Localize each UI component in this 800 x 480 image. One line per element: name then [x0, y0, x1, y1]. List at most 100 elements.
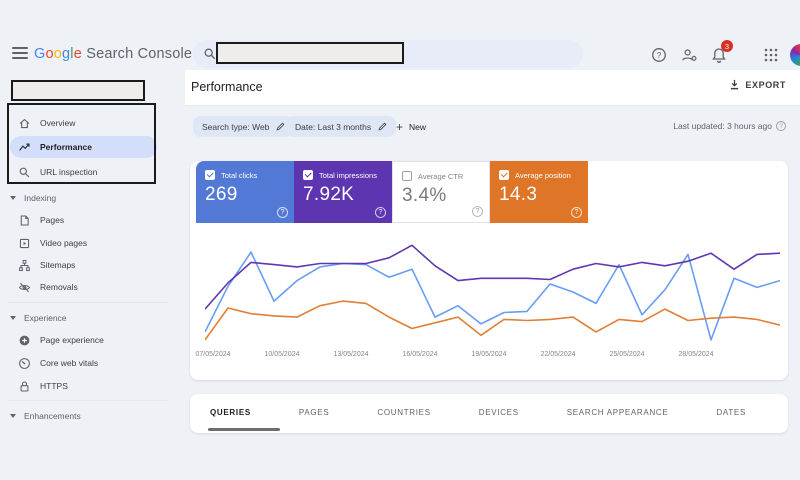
sidebar-item-label: Pages	[40, 215, 65, 225]
manage-users-icon[interactable]	[678, 44, 700, 66]
last-updated-text: Last updated: 3 hours ago	[673, 121, 772, 131]
url-inspection-icon	[18, 166, 31, 179]
google-logo-letter: G	[34, 46, 46, 62]
last-updated-status: Last updated: 3 hours ago ?	[673, 121, 786, 131]
x-axis-tick-label: 25/05/2024	[609, 351, 645, 358]
sidebar-item-https[interactable]: HTTPS	[10, 375, 157, 397]
metric-label: Total impressions	[319, 170, 377, 180]
chevron-down-icon	[10, 316, 16, 320]
sidebar-item-page-experience[interactable]: Page experience	[10, 329, 157, 351]
x-axis-tick-label: 10/05/2024	[264, 351, 300, 358]
sidebar-item-performance[interactable]: Performance	[10, 136, 157, 158]
core-web-vitals-icon	[18, 357, 31, 370]
apps-grid-icon[interactable]	[760, 44, 782, 66]
edit-pencil-icon	[378, 122, 387, 131]
tab-pages[interactable]: PAGES	[299, 408, 329, 417]
search-icon	[204, 48, 216, 60]
x-axis-tick-label: 13/05/2024	[333, 351, 369, 358]
home-icon	[18, 117, 31, 130]
sidebar-item-sitemaps[interactable]: Sitemaps	[10, 254, 157, 276]
google-logo-letter: o	[53, 46, 63, 62]
section-label: Enhancements	[24, 411, 81, 421]
sidebar-divider	[8, 302, 168, 303]
pages-icon	[18, 214, 31, 227]
tab-devices[interactable]: DEVICES	[479, 408, 519, 417]
search-query-redaction-box	[216, 42, 404, 64]
account-avatar[interactable]	[790, 44, 800, 66]
section-label: Experience	[24, 313, 67, 323]
sidebar-item-removals[interactable]: Removals	[10, 276, 157, 298]
tab-search-appearance[interactable]: SEARCH APPEARANCE	[567, 408, 669, 417]
metric-card-total-clicks[interactable]: Total clicks 269 ?	[196, 161, 294, 223]
svg-text:?: ?	[657, 50, 662, 60]
sidebar-item-label: HTTPS	[40, 381, 68, 391]
chevron-down-icon	[10, 196, 16, 200]
sidebar-item-label: Video pages	[40, 238, 88, 248]
help-circle-icon[interactable]: ?	[571, 207, 582, 218]
sidebar-item-label: Performance	[40, 142, 92, 152]
metric-label: Average CTR	[418, 171, 464, 181]
hamburger-menu-icon[interactable]	[12, 47, 28, 60]
sidebar-item-label: Sitemaps	[40, 260, 76, 270]
checkbox-checked-icon[interactable]	[303, 170, 313, 180]
dimension-tabs-card: QUERIES PAGES COUNTRIES DEVICES SEARCH A…	[190, 394, 788, 433]
video-pages-icon	[18, 237, 31, 250]
sidebar-section-enhancements[interactable]: Enhancements	[10, 408, 81, 424]
metric-card-average-position[interactable]: Average position 14.3 ?	[490, 161, 588, 223]
chip-label: Search type: Web	[202, 121, 270, 132]
checkbox-checked-icon[interactable]	[205, 170, 215, 180]
sidebar-item-pages[interactable]: Pages	[10, 209, 157, 231]
property-name-redaction-box	[11, 80, 145, 101]
checkbox-unchecked-icon[interactable]	[402, 171, 412, 181]
notification-count-badge: 3	[721, 40, 733, 52]
page-header: Performance EXPORT	[185, 70, 800, 106]
x-axis-tick-label: 16/05/2024	[402, 351, 438, 358]
top-bar: Google Search Console ? 3	[0, 0, 800, 70]
active-tab-underline	[208, 427, 280, 431]
https-lock-icon	[18, 380, 31, 393]
filter-chip-date-range[interactable]: Date: Last 3 months	[286, 116, 397, 137]
chevron-down-icon	[10, 414, 16, 418]
sidebar-item-label: Core web vitals	[40, 358, 99, 368]
notifications-icon[interactable]: 3	[708, 40, 733, 66]
app-logo[interactable]: Google Search Console	[34, 46, 192, 62]
new-label: New	[409, 121, 427, 132]
edit-pencil-icon	[276, 122, 285, 131]
sidebar-item-core-web-vitals[interactable]: Core web vitals	[10, 352, 157, 374]
metric-value: 14.3	[499, 184, 538, 205]
metric-card-total-impressions[interactable]: Total impressions 7.92K ?	[294, 161, 392, 223]
chart-line-average-position	[205, 300, 780, 341]
help-circle-icon[interactable]: ?	[375, 207, 386, 218]
sidebar-item-url-inspection[interactable]: URL inspection	[10, 161, 157, 183]
export-button[interactable]: EXPORT	[729, 79, 786, 90]
metric-card-average-ctr[interactable]: Average CTR 3.4% ?	[392, 161, 490, 223]
app-name-label: Search Console	[81, 46, 193, 62]
tab-queries[interactable]: QUERIES	[210, 408, 251, 417]
checkbox-checked-icon[interactable]	[499, 170, 509, 180]
sidebar-section-experience[interactable]: Experience	[10, 310, 67, 326]
performance-chart-card: Total clicks 269 ? Total impressions 7.9…	[190, 161, 788, 380]
help-circle-icon[interactable]: ?	[776, 121, 786, 131]
performance-chart[interactable]	[205, 235, 780, 349]
sitemaps-icon	[18, 259, 31, 272]
export-label: EXPORT	[745, 79, 786, 90]
metric-label: Average position	[515, 170, 571, 180]
page-experience-icon	[18, 334, 31, 347]
section-label: Indexing	[24, 193, 57, 203]
sidebar-section-indexing[interactable]: Indexing	[10, 190, 56, 206]
metric-value: 269	[205, 184, 238, 205]
plus-icon: +	[396, 119, 404, 134]
help-circle-icon[interactable]: ?	[277, 207, 288, 218]
new-filter-button[interactable]: + New	[396, 116, 426, 137]
removals-icon	[18, 281, 31, 294]
metric-label: Total clicks	[221, 170, 258, 180]
tab-countries[interactable]: COUNTRIES	[377, 408, 430, 417]
sidebar-item-overview[interactable]: Overview	[10, 112, 157, 134]
help-icon[interactable]: ?	[648, 44, 670, 66]
sidebar-item-video-pages[interactable]: Video pages	[10, 232, 157, 254]
sidebar-item-label: Overview	[40, 118, 76, 128]
sidebar-divider	[8, 400, 168, 401]
help-circle-icon[interactable]: ?	[472, 206, 483, 217]
filter-chip-search-type[interactable]: Search type: Web	[193, 116, 295, 137]
tab-dates[interactable]: DATES	[716, 408, 746, 417]
